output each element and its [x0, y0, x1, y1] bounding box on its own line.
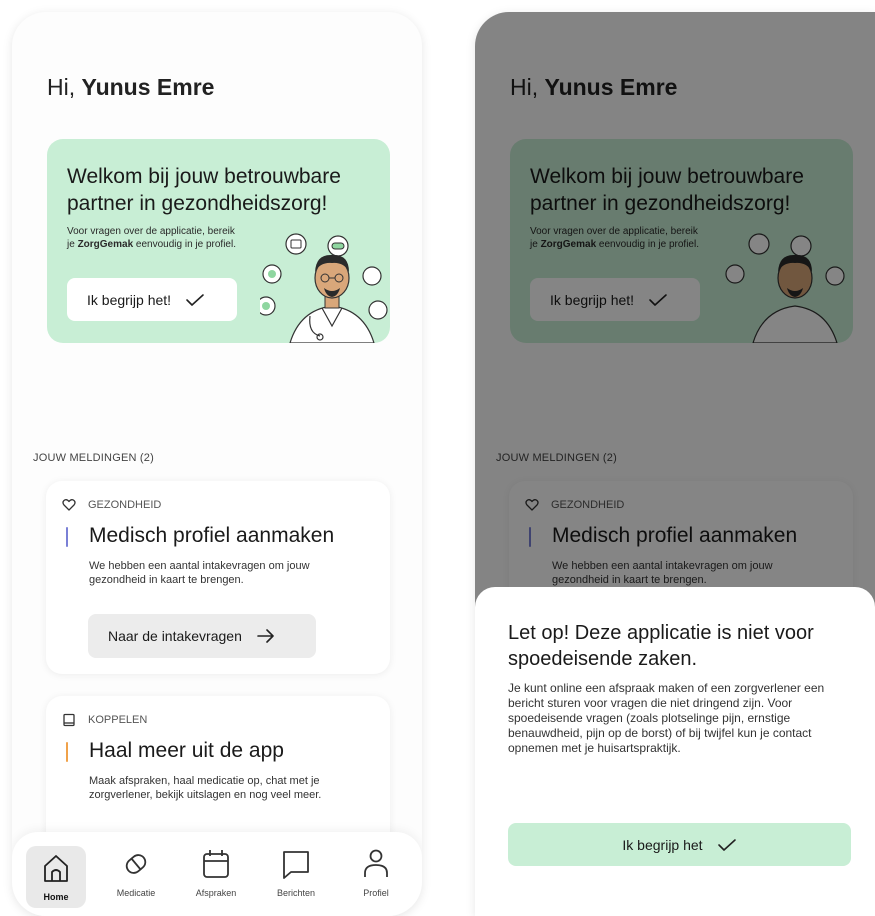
brand-name: ZorgGemak — [77, 239, 134, 250]
home-screen-with-modal: Hi, Yunus Emre Welkom bij jouw betrouwba… — [475, 12, 875, 916]
tab-label: Profiel — [363, 888, 389, 898]
intake-button-label: Naar de intakevragen — [108, 628, 242, 644]
arrow-right-icon — [257, 629, 274, 643]
warning-body: Je kunt online een afspraak maken of een… — [508, 681, 825, 755]
home-screen: Hi, Yunus Emre Welkom bij jouw betrouwba… — [12, 12, 422, 916]
welcome-subtitle-pre: je — [67, 239, 78, 250]
chat-icon — [283, 851, 309, 879]
welcome-title: Welkom bij jouw betrouwbare partner in g… — [67, 165, 341, 215]
calendar-icon — [203, 850, 229, 878]
warning-button-label: Ik begrijp het — [622, 836, 703, 853]
notification-card-health[interactable]: GEZONDHEID Medisch profiel aanmaken We h… — [46, 481, 390, 674]
welcome-button-label: Ik begrijp het! — [87, 291, 172, 308]
doctor-illustration — [260, 233, 388, 343]
tab-afspraken[interactable]: Afspraken — [186, 846, 246, 898]
check-icon — [186, 293, 204, 306]
warning-bottom-sheet: Let op! Deze applicatie is niet voor spo… — [475, 587, 875, 916]
tab-label: Medicatie — [116, 888, 156, 898]
check-icon — [717, 838, 736, 851]
greeting-prefix: Hi, — [47, 74, 82, 100]
notification-title: Haal meer uit de app — [89, 739, 284, 762]
home-icon — [44, 855, 68, 882]
notification-category-label: GEZONDHEID — [88, 499, 162, 511]
intake-questions-button[interactable]: Naar de intakevragen — [88, 614, 316, 658]
tab-berichten[interactable]: Berichten — [266, 846, 326, 898]
warning-title: Let op! Deze applicatie is niet voor spo… — [508, 622, 814, 670]
notification-title: Medisch profiel aanmaken — [89, 524, 335, 547]
tab-label: Berichten — [276, 888, 316, 898]
notification-accent-bar — [66, 742, 68, 762]
tab-home[interactable]: Home — [26, 846, 86, 908]
notification-category-label: KOPPELEN — [88, 714, 148, 726]
welcome-subtitle-post: eenvoudig in je profiel. — [133, 239, 236, 250]
heart-icon — [62, 499, 76, 511]
user-name: Yunus Emre — [81, 74, 215, 100]
book-icon — [63, 713, 75, 727]
notification-accent-bar — [66, 527, 68, 547]
greeting: Hi, Yunus Emre — [47, 74, 214, 101]
notification-category: KOPPELEN — [62, 713, 147, 727]
welcome-card: Welkom bij jouw betrouwbare partner in g… — [47, 139, 390, 343]
tab-medicatie[interactable]: Medicatie — [106, 846, 166, 898]
warning-understand-button[interactable]: Ik begrijp het — [508, 823, 851, 866]
tab-profiel[interactable]: Profiel — [346, 846, 406, 898]
welcome-understand-button[interactable]: Ik begrijp het! — [67, 278, 237, 321]
welcome-subtitle: Voor vragen over de applicatie, bereik j… — [67, 225, 272, 251]
notification-category: GEZONDHEID — [62, 498, 161, 512]
notification-description: We hebben een aantal intakevragen om jou… — [89, 560, 310, 586]
welcome-subtitle-line1: Voor vragen over de applicatie, bereik — [67, 226, 235, 237]
tab-label: Home — [43, 892, 69, 902]
notification-description: Maak afspraken, haal medicatie op, chat … — [89, 775, 322, 801]
notifications-section-title: JOUW MELDINGEN (2) — [33, 452, 154, 464]
pill-icon — [125, 854, 147, 874]
tab-label: Afspraken — [195, 888, 237, 898]
user-icon — [364, 849, 388, 877]
bottom-tab-bar: Home Medicatie Afspraken Berichten Profi… — [12, 832, 422, 916]
